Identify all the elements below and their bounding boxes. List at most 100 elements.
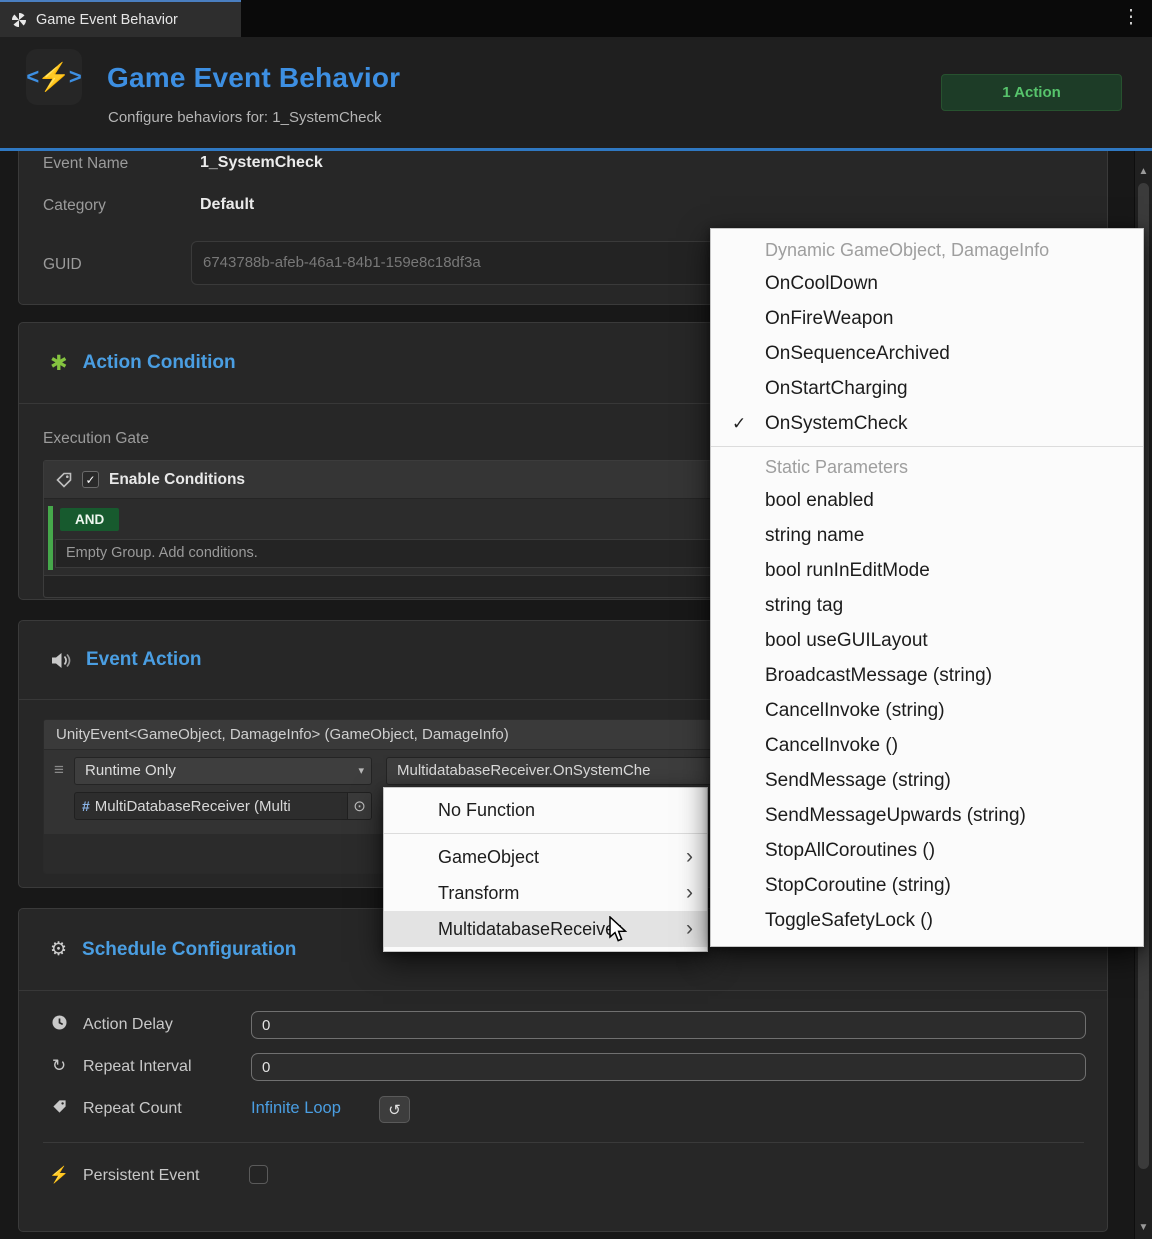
menu-item-label: OnFireWeapon: [765, 308, 894, 330]
member-submenu: Dynamic GameObject, DamageInfo OnCoolDow…: [710, 228, 1144, 947]
window-menu-button[interactable]: ⋮: [1118, 7, 1144, 29]
repeat-interval-label: Repeat Interval: [83, 1058, 192, 1076]
menu-item-label: string tag: [765, 595, 843, 617]
static-section-header-label: Static Parameters: [765, 457, 908, 478]
menu-item-label: bool useGUILayout: [765, 630, 928, 652]
chevron-down-icon: ▾: [358, 758, 364, 784]
action-delay-input[interactable]: [251, 1011, 1086, 1039]
event-name-label: Event Name: [43, 155, 128, 173]
runtime-mode-dropdown[interactable]: Runtime Only ▾: [74, 757, 372, 785]
menu-item-label: CancelInvoke (string): [765, 700, 945, 722]
menu-item-label: OnSystemCheck: [765, 413, 908, 435]
repeat-count-value[interactable]: Infinite Loop: [251, 1099, 341, 1118]
group-accent-bar: [48, 506, 53, 570]
menu-separator: [711, 446, 1143, 447]
dynamic-section-header-label: Dynamic GameObject, DamageInfo: [765, 240, 1049, 261]
menu-item-sendmessage[interactable]: SendMessage (string): [711, 763, 1143, 798]
runtime-mode-value: Runtime Only: [85, 762, 176, 779]
window-tab-bar: Game Event Behavior ⋮: [0, 0, 1152, 37]
menu-item-label: Transform: [438, 883, 519, 904]
action-condition-title: Action Condition: [83, 352, 236, 374]
menu-item-label: SendMessage (string): [765, 770, 951, 792]
menu-item-onsystemcheck[interactable]: ✓ OnSystemCheck: [711, 406, 1143, 441]
guid-label: GUID: [43, 256, 82, 274]
target-object-value: MultiDatabaseReceiver (Multi: [95, 798, 347, 815]
category-label: Category: [43, 197, 106, 215]
logic-operator-badge[interactable]: AND: [60, 508, 119, 531]
window-tab[interactable]: Game Event Behavior: [0, 0, 241, 37]
lightning-icon: ⚡: [49, 1165, 69, 1185]
menu-item-sendmessageupwards[interactable]: SendMessageUpwards (string): [711, 798, 1143, 833]
behavior-icon: < ⚡ >: [26, 49, 82, 105]
event-name-value: 1_SystemCheck: [200, 154, 323, 172]
menu-item-label: CancelInvoke (): [765, 735, 898, 757]
menu-item-string-tag[interactable]: string tag: [711, 588, 1143, 623]
menu-item-stopallcoroutines[interactable]: StopAllCoroutines (): [711, 833, 1143, 868]
page-subtitle: Configure behaviors for: 1_SystemCheck: [108, 109, 381, 126]
schedule-title: Schedule Configuration: [82, 939, 296, 961]
menu-item-label: BroadcastMessage (string): [765, 665, 992, 687]
menu-item-label: OnCoolDown: [765, 273, 878, 295]
action-delay-label: Action Delay: [83, 1016, 173, 1034]
tag-icon: [49, 1099, 69, 1119]
menu-item-gameobject[interactable]: GameObject ›: [384, 839, 707, 875]
clock-icon: [49, 1014, 69, 1036]
menu-separator: [384, 833, 707, 834]
menu-item-label: ToggleSafetyLock (): [765, 910, 933, 932]
script-hash-icon: #: [75, 798, 95, 814]
menu-item-label: StopAllCoroutines (): [765, 840, 935, 862]
menu-item-broadcastmessage[interactable]: BroadcastMessage (string): [711, 658, 1143, 693]
mouse-cursor: [607, 916, 629, 948]
enable-conditions-checkbox[interactable]: ✓: [82, 471, 99, 488]
tag-icon: [56, 472, 72, 488]
drag-handle-icon[interactable]: ≡: [54, 760, 64, 780]
menu-item-label: OnSequenceArchived: [765, 343, 950, 365]
chevron-right-icon: ›: [686, 847, 693, 867]
event-action-title: Event Action: [86, 649, 201, 671]
menu-item-string-name[interactable]: string name: [711, 518, 1143, 553]
menu-item-oncooldown[interactable]: OnCoolDown: [711, 266, 1143, 301]
enable-conditions-label: Enable Conditions: [109, 471, 245, 489]
menu-item-onstartcharging[interactable]: OnStartCharging: [711, 371, 1143, 406]
menu-item-label: SendMessageUpwards (string): [765, 805, 1026, 827]
category-value: Default: [200, 196, 254, 214]
menu-item-togglesafetylock[interactable]: ToggleSafetyLock (): [711, 903, 1143, 938]
window-tab-title: Game Event Behavior: [36, 12, 178, 28]
menu-item-no-function[interactable]: No Function: [384, 792, 707, 828]
persistent-event-checkbox[interactable]: [249, 1165, 268, 1184]
execution-gate-label: Execution Gate: [43, 430, 149, 448]
menu-item-multidatabasereceiver[interactable]: MultidatabaseReceiver ›: [384, 911, 707, 947]
chevron-right-icon: ›: [686, 883, 693, 903]
actions-count-badge[interactable]: 1 Action: [941, 74, 1122, 111]
menu-item-bool-enabled[interactable]: bool enabled: [711, 483, 1143, 518]
check-icon: ✓: [732, 414, 746, 434]
schedule-divider: [43, 1142, 1084, 1143]
reset-loop-button[interactable]: ↺: [379, 1096, 410, 1123]
menu-item-bool-useguilayout[interactable]: bool useGUILayout: [711, 623, 1143, 658]
menu-item-onfireweapon[interactable]: OnFireWeapon: [711, 301, 1143, 336]
function-context-menu: No Function GameObject › Transform › Mul…: [383, 787, 708, 952]
menu-item-cancelinvoke-string[interactable]: CancelInvoke (string): [711, 693, 1143, 728]
scroll-down-icon[interactable]: ▼: [1135, 1222, 1152, 1233]
menu-item-cancelinvoke[interactable]: CancelInvoke (): [711, 728, 1143, 763]
menu-item-label: string name: [765, 525, 864, 547]
schedule-panel: ⚙ Schedule Configuration Action Delay ↻ …: [18, 908, 1108, 1232]
menu-item-onsequencearchived[interactable]: OnSequenceArchived: [711, 336, 1143, 371]
scroll-up-icon[interactable]: ▲: [1135, 166, 1152, 177]
persistent-event-label: Persistent Event: [83, 1167, 200, 1185]
check-icon: ✓: [85, 473, 95, 487]
angle-right-icon: >: [69, 64, 82, 90]
menu-item-label: bool runInEditMode: [765, 560, 930, 582]
menu-item-label: OnStartCharging: [765, 378, 908, 400]
menu-item-bool-runineditmode[interactable]: bool runInEditMode: [711, 553, 1143, 588]
menu-item-stopcoroutine[interactable]: StopCoroutine (string): [711, 868, 1143, 903]
chevron-right-icon: ›: [686, 919, 693, 939]
object-picker-icon[interactable]: ⊙: [347, 793, 371, 819]
function-path-value: MultidatabaseReceiver.OnSystemChe: [397, 762, 650, 779]
menu-item-label: MultidatabaseReceiver: [438, 919, 621, 940]
menu-item-transform[interactable]: Transform ›: [384, 875, 707, 911]
target-object-field[interactable]: # MultiDatabaseReceiver (Multi ⊙: [74, 792, 372, 820]
page-title: Game Event Behavior: [107, 62, 400, 94]
repeat-interval-input[interactable]: [251, 1053, 1086, 1081]
lightning-icon: ⚡: [37, 64, 71, 91]
